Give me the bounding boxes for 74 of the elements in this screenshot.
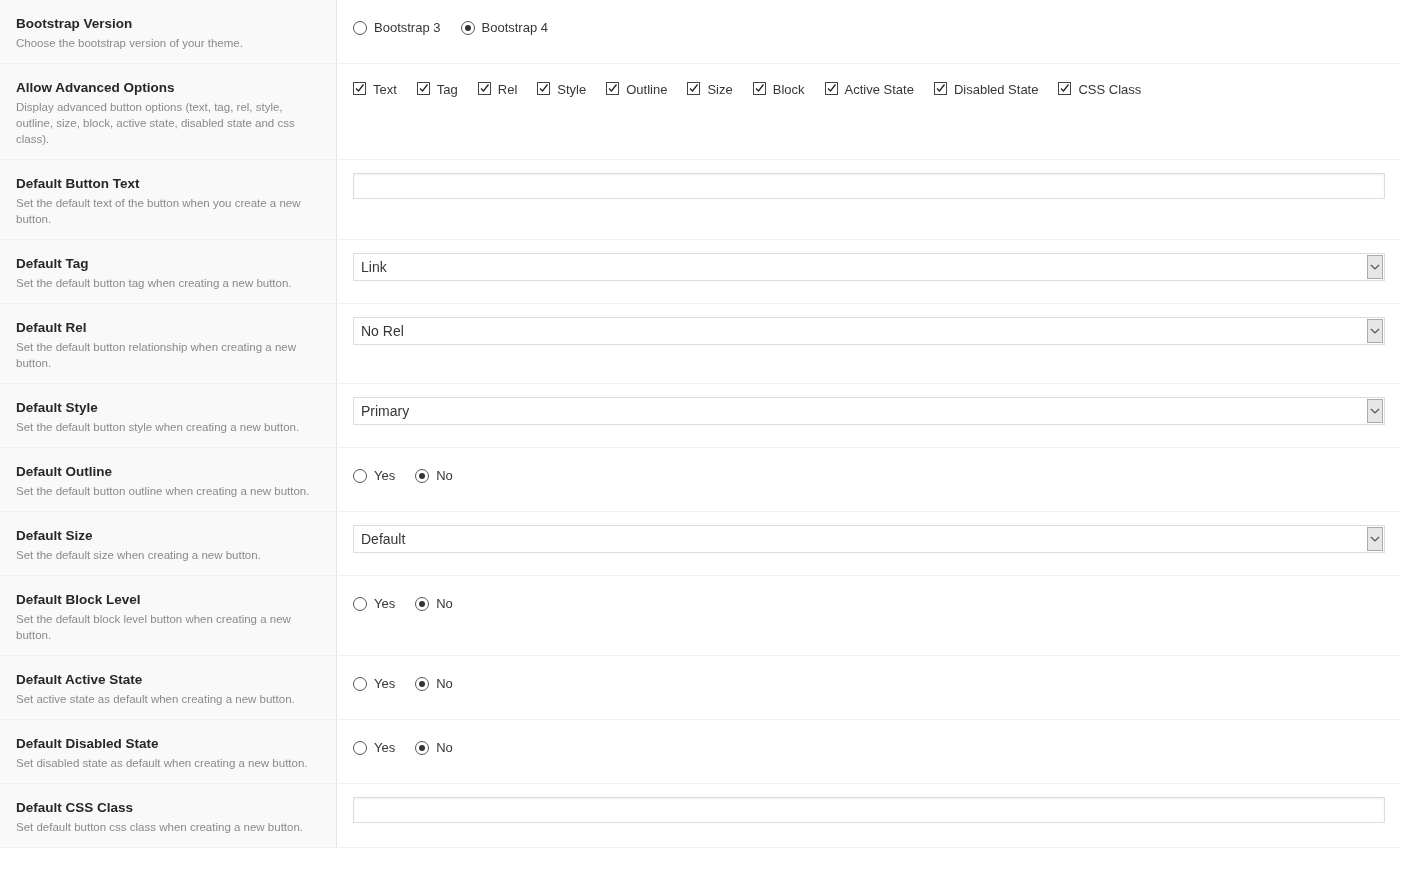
setting-title: Default Rel [16,319,88,337]
radio-option[interactable]: Yes [353,596,396,611]
setting-title: Bootstrap Version [16,15,134,33]
setting-title: Default Active State [16,671,144,689]
radio-option[interactable]: Bootstrap 4 [460,20,548,35]
checkbox-option[interactable]: Outline [606,79,668,97]
checkbox-option[interactable]: Tag [416,79,458,97]
caret-icon [1370,264,1380,270]
checkbox-option[interactable]: Rel [477,79,518,97]
text-input-field[interactable] [353,173,1385,199]
caret-icon [1370,408,1380,414]
setting-description: Choose the bootstrap version of your theme. [16,36,244,51]
caret-icon [1370,536,1380,542]
setting-description: Set the default button relationship when creating a new button. [16,340,298,371]
radio-button[interactable] [415,596,430,611]
select-field[interactable]: No Rel [353,317,1385,345]
setting-description: Set the default button style when creating a new button. [16,420,301,435]
checkbox[interactable] [537,81,551,95]
radio-button[interactable] [353,20,367,35]
checkbox[interactable] [687,81,701,95]
setting-description: Display advanced button options (text, tag, rel, style, outline, size, block, active state, disabled state and css class). [16,100,296,147]
text-input-field[interactable] [353,797,1385,823]
checkbox-option[interactable]: Block [752,79,805,97]
radio-option[interactable]: No [415,676,453,691]
setting-description: Set the default size when creating a new button. [16,548,262,563]
checkbox[interactable] [606,81,620,95]
select-field[interactable]: Link [353,253,1385,281]
radio-button[interactable] [353,468,367,483]
setting-description: Set default button css class when creating a new button. [16,820,305,835]
radio-option[interactable]: No [415,740,453,755]
setting-description: Set active state as default when creating a new button. [16,692,296,707]
setting-title: Default Outline [16,463,113,481]
setting-description: Set the default button outline when creating a new button. [16,484,311,499]
setting-title: Default Size [16,527,94,545]
setting-title: Default Disabled State [16,735,160,753]
radio-option[interactable]: Yes [353,676,396,691]
checkbox-option[interactable]: Size [687,79,733,97]
setting-description: Set the default text of the button when you create a new button. [16,196,302,227]
setting-description: Set the default block level button when creating a new button. [16,612,292,643]
select-field[interactable]: Primary [353,397,1385,425]
radio-option[interactable]: No [415,596,453,611]
select-field[interactable]: Default [353,525,1385,553]
checkbox[interactable] [1058,81,1072,95]
checkbox-option[interactable]: Text [353,79,397,97]
checkbox-option[interactable]: Style [537,79,587,97]
setting-title: Default Tag [16,255,90,273]
radio-button[interactable] [415,676,430,691]
radio-option[interactable]: Yes [353,468,396,483]
setting-title: Default CSS Class [16,799,135,817]
checkbox[interactable] [824,81,838,95]
setting-title: Default Button Text [16,175,141,193]
checkbox-option[interactable]: Disabled State [933,79,1039,97]
radio-button[interactable] [415,740,430,755]
radio-option[interactable]: Yes [353,740,396,755]
checkbox[interactable] [353,81,366,95]
radio-button[interactable] [353,676,367,691]
checkbox[interactable] [933,81,947,95]
radio-button[interactable] [415,468,430,483]
radio-button[interactable] [353,740,367,755]
radio-button[interactable] [353,596,367,611]
radio-option[interactable]: No [415,468,453,483]
checkbox[interactable] [477,81,491,95]
radio-button[interactable] [460,20,475,35]
checkbox-option[interactable]: CSS Class [1058,79,1142,97]
checkbox-option[interactable]: Active State [824,79,914,97]
caret-icon [1370,328,1380,334]
checkbox[interactable] [752,81,766,95]
setting-description: Set the default button tag when creating a new button. [16,276,293,291]
setting-description: Set disabled state as default when creating a new button. [16,756,309,771]
checkbox[interactable] [416,81,430,95]
radio-option[interactable]: Bootstrap 3 [353,20,441,35]
setting-title: Default Block Level [16,591,142,609]
setting-title: Default Style [16,399,99,417]
setting-title: Allow Advanced Options [16,79,176,97]
